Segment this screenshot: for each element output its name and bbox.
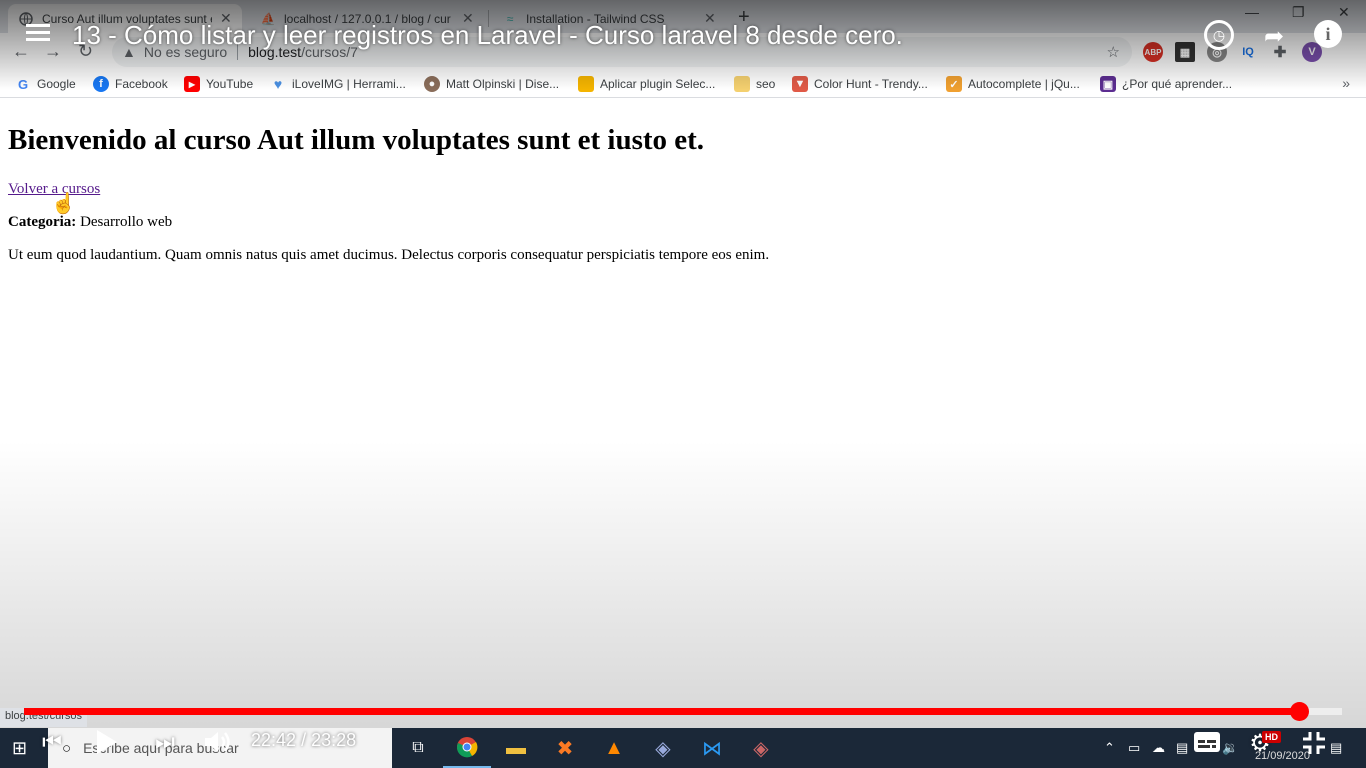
video-progress-played [24, 708, 1299, 715]
course-description: Ut eum quod laudantium. Quam omnis natus… [8, 247, 770, 263]
bookmark-aplicar-plugin[interactable]: Aplicar plugin Selec... [578, 76, 715, 92]
bookmark-label: Matt Olpinski | Dise... [446, 77, 560, 91]
hand-cursor-icon: ☝ [51, 193, 76, 215]
course-category: Categoria: Desarrollo web [8, 214, 1358, 231]
share-icon[interactable]: ➦ [1258, 20, 1290, 52]
playlist-menu-icon[interactable] [26, 24, 50, 44]
bookmark-label: iLoveIMG | Herrami... [292, 77, 406, 91]
app-icon-2[interactable]: ◈ [737, 728, 785, 768]
app-icon[interactable]: ◈ [639, 728, 687, 768]
vscode-icon[interactable]: ⋈ [688, 728, 736, 768]
bookmark-facebook[interactable]: f Facebook [93, 76, 168, 92]
bookmark-label: Google [37, 77, 76, 91]
bookmark-label: Autocomplete | jQu... [968, 77, 1080, 91]
volume-icon[interactable] [202, 727, 234, 757]
current-time: 22:42 [251, 730, 297, 750]
play-icon[interactable] [92, 727, 122, 757]
adblock-icon[interactable]: ABP [1143, 42, 1163, 62]
hd-badge: HD [1262, 731, 1281, 743]
jquery-icon: ✓ [946, 76, 962, 92]
duration: 23:28 [311, 730, 357, 750]
watch-later-icon[interactable]: ◷ [1204, 20, 1234, 50]
bookmark-label: YouTube [206, 77, 254, 91]
battery-icon[interactable]: ▭ [1128, 740, 1140, 756]
windows-start-icon[interactable]: ⊞ [12, 738, 27, 759]
iq-icon[interactable]: IQ [1238, 42, 1258, 62]
restore-button[interactable]: ❐ [1292, 4, 1305, 21]
bookmark-seo[interactable]: seo [734, 76, 775, 92]
bookmark-color-hunt[interactable]: ▼ Color Hunt - Trendy... [792, 76, 928, 92]
category-value: Desarrollo web [76, 214, 173, 230]
bookmark-autocomplete[interactable]: ✓ Autocomplete | jQu... [946, 76, 1080, 92]
next-icon[interactable]: ⏭ [152, 729, 178, 755]
page-title: Bienvenido al curso Aut illum voluptates… [8, 124, 705, 156]
volume-tray-icon[interactable]: 🔉 [1222, 740, 1238, 756]
heart-icon: ♥ [273, 76, 283, 92]
bookmark-label: ¿Por qué aprender... [1122, 77, 1233, 91]
video-time-display: 22:42 / 23:28 [251, 730, 356, 751]
info-icon[interactable]: i [1314, 20, 1342, 48]
notification-icon[interactable]: ▤ [1330, 740, 1342, 756]
bookmark-label: Color Hunt - Trendy... [814, 77, 928, 91]
category-label: Categoria: [8, 214, 77, 230]
network-icon[interactable]: ▤ [1176, 740, 1188, 756]
vlc-icon[interactable]: ▲ [590, 728, 638, 768]
time-separator: / [301, 730, 307, 750]
grid-icon: ▣ [1100, 76, 1116, 92]
forward-arrow-icon[interactable]: → [44, 41, 62, 62]
chrome-icon[interactable] [443, 728, 491, 768]
video-progress-bar[interactable] [24, 702, 1342, 721]
bookmark-youtube[interactable]: ▶ YouTube [184, 76, 253, 92]
xampp-icon[interactable]: ✖ [541, 728, 589, 768]
bookmark-label: Aplicar plugin Selec... [600, 77, 716, 91]
video-scrubber-handle[interactable] [1289, 702, 1309, 721]
youtube-icon: ▶ [184, 76, 200, 92]
file-explorer-icon[interactable]: ▬ [492, 728, 540, 768]
page-content: Bienvenido al curso Aut illum voluptates… [0, 99, 1366, 728]
google-icon: G [17, 76, 29, 92]
video-title[interactable]: 13 - Cómo listar y leer registros en Lar… [72, 20, 903, 51]
window-close-button[interactable]: ✕ [1338, 4, 1350, 21]
folder-icon [734, 76, 750, 92]
facebook-icon: f [93, 76, 109, 92]
cloud-icon[interactable]: ☁ [1152, 740, 1165, 756]
bookmark-matt-olpinski[interactable]: ● Matt Olpinski | Dise... [424, 76, 559, 92]
avatar-icon: ● [424, 76, 440, 92]
task-view-icon[interactable]: ⧉ [394, 728, 442, 768]
chevron-right-icon[interactable]: » [1342, 75, 1350, 91]
bookmark-label: seo [756, 77, 776, 91]
bookmark-star-icon[interactable]: ☆ [1107, 43, 1120, 61]
qr-code-icon[interactable]: ▦ [1175, 42, 1195, 62]
back-arrow-icon[interactable]: ← [12, 41, 30, 62]
bookmarks-bar: G Google f Facebook ▶ YouTube ♥ iLoveIMG… [0, 70, 1366, 98]
subtitles-icon[interactable] [1192, 731, 1222, 753]
chevron-up-icon[interactable]: ⌃ [1104, 740, 1115, 756]
bookmark-google[interactable]: G Google [15, 76, 76, 92]
previous-icon[interactable]: ⏮ [40, 729, 64, 755]
minimize-button[interactable]: — [1245, 4, 1259, 20]
bookmark-label: Facebook [115, 77, 168, 91]
colorhunt-icon: ▼ [792, 76, 808, 92]
bookmark-por-que-aprender[interactable]: ▣ ¿Por qué aprender... [1100, 76, 1232, 92]
folder-icon [578, 76, 594, 92]
exit-fullscreen-icon[interactable] [1300, 729, 1328, 757]
bookmark-ilovemg[interactable]: ♥ iLoveIMG | Herrami... [270, 76, 406, 92]
